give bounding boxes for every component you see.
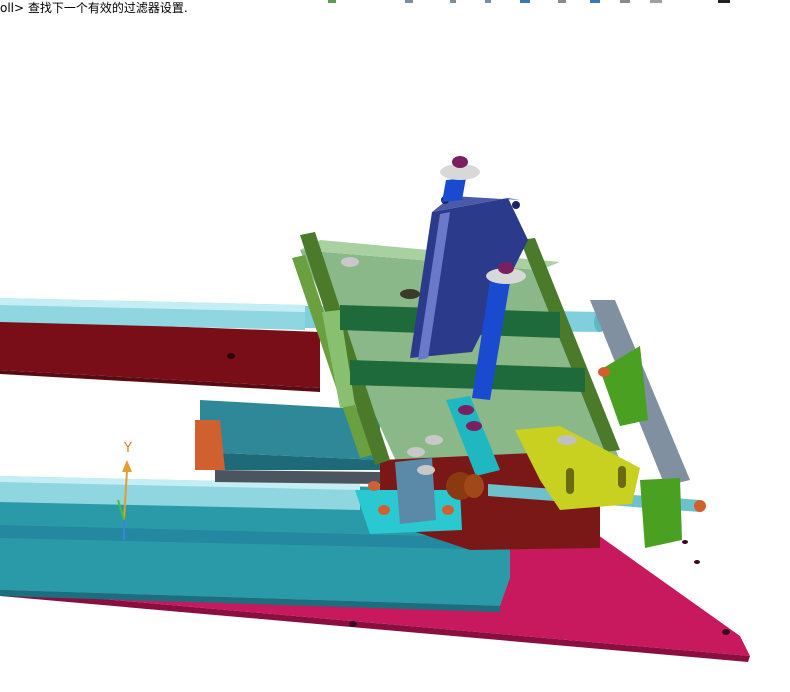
y-axis-arrow-icon (122, 460, 132, 472)
upper-rail-beam (0, 298, 320, 392)
y-axis-label: Y (123, 441, 132, 456)
cad-3d-viewport[interactable]: Y (0, 0, 790, 692)
